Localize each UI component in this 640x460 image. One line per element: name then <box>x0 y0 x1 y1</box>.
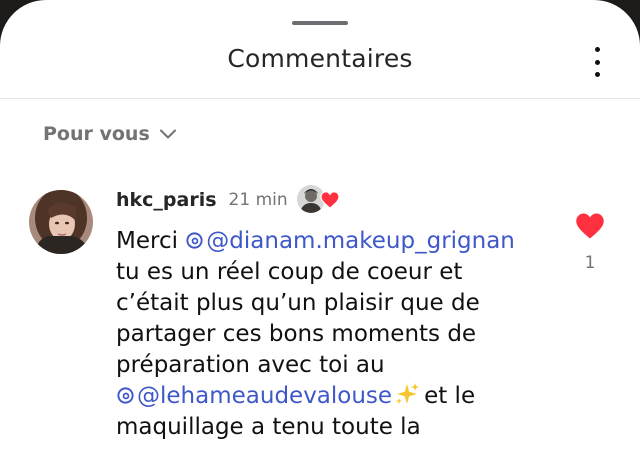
mention-text: @dianam.makeup_grignan <box>206 228 515 254</box>
more-dot <box>594 59 600 65</box>
comment-text-line: partager ces bons moments de <box>116 321 477 347</box>
mention-text: @lehameaudevalouse <box>137 383 393 409</box>
threads-icon <box>117 387 134 404</box>
chevron-down-icon <box>159 129 176 139</box>
comment-text-line: maquillage a tenu toute la <box>116 414 421 440</box>
avatar-image <box>29 190 93 254</box>
sheet-drag-handle[interactable] <box>292 21 348 25</box>
mention-link[interactable]: @lehameaudevalouse <box>116 383 392 409</box>
sheet-title: Commentaires <box>227 44 413 73</box>
sparkles-emoji <box>396 383 420 404</box>
more-dot <box>594 72 600 77</box>
more-vertical-icon <box>594 47 600 52</box>
comment-meta: hkc_paris 21 min <box>116 185 342 215</box>
mention-link[interactable]: @dianam.makeup_grignan <box>185 228 515 254</box>
comments-sheet: Commentaires Pour vous hkc_paris 21 min <box>0 0 640 460</box>
header-divider <box>0 98 640 99</box>
comment-text-line: Merci <box>116 228 178 254</box>
like-heart-icon[interactable] <box>575 212 605 240</box>
more-options-button[interactable] <box>586 44 608 80</box>
avatar[interactable] <box>29 190 93 254</box>
comment-text-line: c’était plus qu’un plaisir que de <box>116 290 480 316</box>
comment-text-line: et le <box>424 383 476 409</box>
heart-badge-icon <box>320 191 340 209</box>
comment-text: Merci @dianam.makeup_grignan tu es un ré… <box>116 226 536 443</box>
comment-text-line: préparation avec toi au <box>116 352 385 378</box>
comment-timestamp: 21 min <box>228 190 288 210</box>
comment-username[interactable]: hkc_paris <box>116 189 217 211</box>
sort-filter-dropdown[interactable]: Pour vous <box>43 123 176 145</box>
sort-filter-label: Pour vous <box>43 123 150 145</box>
threads-icon <box>186 232 203 249</box>
comment-text-line: tu es un réel coup de coeur et <box>116 259 463 285</box>
liked-by-author-badge <box>294 185 342 215</box>
like-count: 1 <box>584 253 596 273</box>
